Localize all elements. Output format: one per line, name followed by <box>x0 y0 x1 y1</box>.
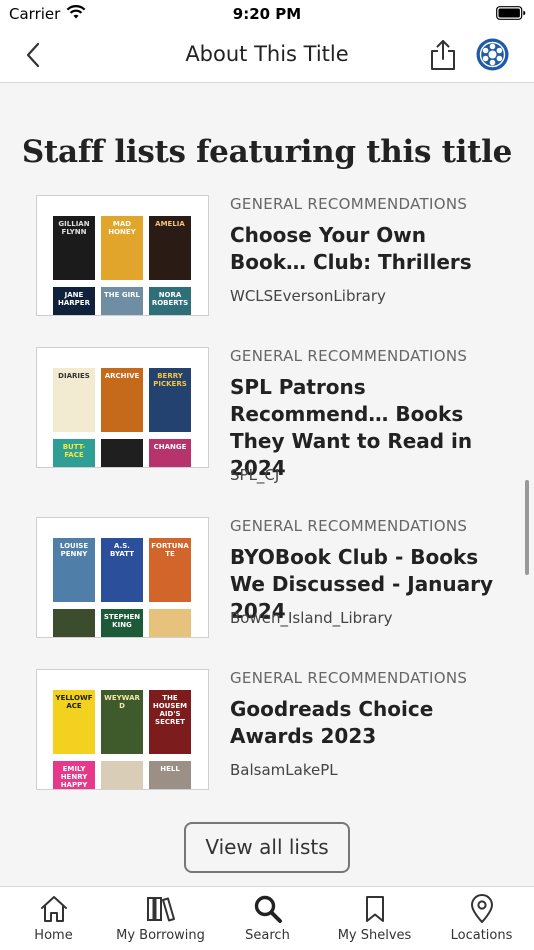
book-cover-text: MAD HONEY <box>108 220 136 236</box>
list-cover-collage[interactable]: GILLIAN FLYNN MAD HONEY AMELIA JANE HARPER T… <box>36 195 209 316</box>
tab-my-borrowing-label: My Borrowing <box>116 928 205 943</box>
book-cover-text: NORA ROBERTS <box>151 291 189 307</box>
book-cover-text: HELL <box>160 765 180 773</box>
book-cover-text: JANE HARPER <box>58 291 90 307</box>
tab-locations-label: Locations <box>450 928 513 943</box>
tab-bar: Home My Borrowing Search My Shelves Loca… <box>0 886 534 950</box>
book-cover <box>53 609 95 637</box>
book-cover: JANE HARPER <box>53 287 95 315</box>
book-cover-text: A.S. BYATT <box>110 542 134 558</box>
book-cover: FORTUNATE <box>149 538 191 602</box>
book-cover: AMELIA <box>149 216 191 280</box>
list-owner[interactable]: BalsamLakePL <box>230 761 338 779</box>
book-cover: DIARIES <box>53 368 95 432</box>
tab-home-label: Home <box>34 928 73 943</box>
section-heading: Staff lists featuring this title <box>21 134 513 170</box>
list-category: GENERAL RECOMMENDATIONS <box>230 517 468 535</box>
book-cover: LOUISE PENNY <box>53 538 95 602</box>
book-cover: MAD HONEY <box>101 216 143 280</box>
search-icon <box>254 895 282 923</box>
book-cover: ARCHIVE <box>101 368 143 432</box>
book-cover-text: YELLOWFACE <box>55 694 93 710</box>
book-cover: A.S. BYATT <box>101 538 143 602</box>
book-cover: GILLIAN FLYNN <box>53 216 95 280</box>
list-owner[interactable]: Bowen_Island_Library <box>230 609 393 627</box>
book-cover-text: ARCHIVE <box>104 372 140 380</box>
list-owner[interactable]: SPL_CJ <box>230 466 279 484</box>
list-title[interactable]: Choose Your Own Book… Club: Thrillers <box>230 222 505 276</box>
list-card[interactable]: DIARIES ARCHIVE BERRY PICKERS BUTT-FACE CHAN… <box>36 347 506 497</box>
book-cover-text: CHANGE <box>153 443 187 451</box>
tab-home[interactable]: Home <box>0 887 107 950</box>
tab-search[interactable]: Search <box>214 887 321 950</box>
list-title[interactable]: Goodreads Choice Awards 2023 <box>230 696 505 750</box>
book-cover-text: THE GIRL <box>103 291 141 299</box>
book-cover <box>101 439 143 467</box>
location-pin-icon <box>470 894 493 923</box>
share-button[interactable] <box>428 38 458 72</box>
list-category: GENERAL RECOMMENDATIONS <box>230 347 468 365</box>
tab-locations[interactable]: Locations <box>428 887 534 950</box>
book-cover-text: LOUISE PENNY <box>59 542 89 558</box>
book-cover-text: BUTT-FACE <box>62 443 86 459</box>
home-icon <box>40 896 67 922</box>
book-cover: EMILY HENRY HAPPY <box>53 761 95 789</box>
status-bar: Carrier 9:20 PM <box>0 0 534 28</box>
book-cover: YELLOWFACE <box>53 690 95 754</box>
book-cover-text: EMILY HENRY HAPPY <box>60 765 88 789</box>
book-cover-text: FORTUNATE <box>151 542 189 558</box>
list-cover-collage[interactable]: YELLOWFACE WEYWARD THE HOUSEMAID'S SECRET E… <box>36 669 209 790</box>
bookmark-icon <box>365 896 384 922</box>
list-cover-collage[interactable]: LOUISE PENNY A.S. BYATT FORTUNATE STEPHEN K… <box>36 517 209 638</box>
book-cover: NORA ROBERTS <box>149 287 191 315</box>
tab-my-shelves[interactable]: My Shelves <box>321 887 428 950</box>
library-logo-icon[interactable] <box>476 38 509 71</box>
book-cover-text: AMELIA <box>155 220 185 228</box>
books-icon <box>146 897 175 922</box>
book-cover: BERRY PICKERS <box>149 368 191 432</box>
list-owner[interactable]: WCLSEversonLibrary <box>230 287 386 305</box>
book-cover-text: THE HOUSEMAID'S SECRET <box>152 694 188 726</box>
battery-icon <box>496 6 526 20</box>
tab-my-shelves-label: My Shelves <box>337 928 412 943</box>
book-cover-text: STEPHEN KING <box>103 613 141 629</box>
tab-my-borrowing[interactable]: My Borrowing <box>107 887 214 950</box>
book-cover: WEYWARD <box>101 690 143 754</box>
book-cover: BUTT-FACE <box>53 439 95 467</box>
list-card[interactable]: GILLIAN FLYNN MAD HONEY AMELIA JANE HARPER T… <box>36 195 506 345</box>
book-cover-text: WEYWARD <box>104 694 140 710</box>
content-area: Staff lists featuring this title GILLIAN… <box>0 84 534 886</box>
book-cover-text: BERRY PICKERS <box>153 372 187 388</box>
book-cover <box>101 761 143 789</box>
nav-bar: About This Title <box>0 28 534 83</box>
list-cover-collage[interactable]: DIARIES ARCHIVE BERRY PICKERS BUTT-FACE CHAN… <box>36 347 209 468</box>
list-card[interactable]: LOUISE PENNY A.S. BYATT FORTUNATE STEPHEN K… <box>36 517 506 667</box>
book-cover: THE HOUSEMAID'S SECRET <box>149 690 191 754</box>
book-cover-text: DIARIES <box>58 372 90 380</box>
list-card[interactable]: YELLOWFACE WEYWARD THE HOUSEMAID'S SECRET E… <box>36 669 506 819</box>
clock-time: 9:20 PM <box>232 5 302 23</box>
book-cover: STEPHEN KING <box>101 609 143 637</box>
book-cover-text: GILLIAN FLYNN <box>58 220 90 236</box>
tab-search-label: Search <box>245 928 290 943</box>
list-category: GENERAL RECOMMENDATIONS <box>230 195 468 213</box>
book-cover: CHANGE <box>149 439 191 467</box>
book-cover: HELL <box>149 761 191 789</box>
view-all-lists-button[interactable]: View all lists <box>184 822 350 873</box>
book-cover: THE GIRL <box>101 287 143 315</box>
scroll-indicator[interactable] <box>525 480 529 575</box>
book-cover <box>149 609 191 637</box>
list-category: GENERAL RECOMMENDATIONS <box>230 669 468 687</box>
